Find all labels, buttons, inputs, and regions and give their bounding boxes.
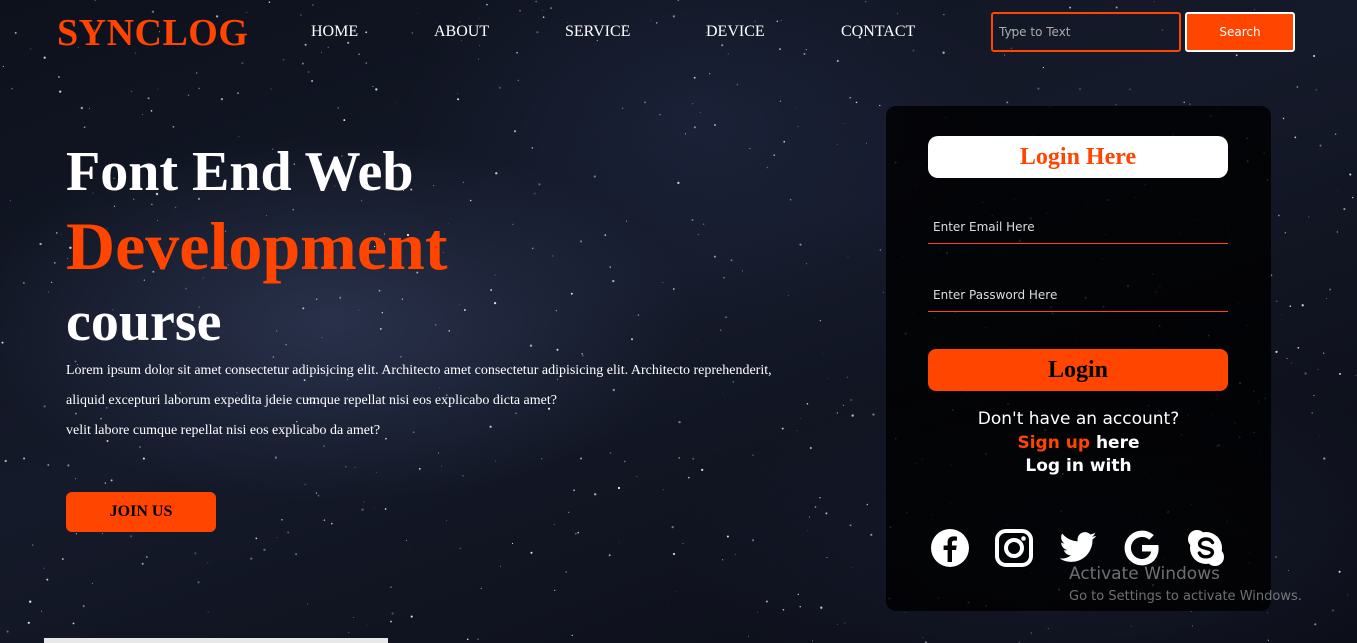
watermark-subtitle: Go to Settings to activate Windows. (1069, 589, 1302, 604)
watermark-title: Activate Windows (1069, 564, 1220, 584)
nav-service[interactable]: SERVICE (565, 23, 630, 41)
search-button[interactable]: Search (1185, 12, 1295, 52)
login-with-text: Log in with (1025, 456, 1132, 476)
nav-home[interactable]: HOME (311, 23, 358, 41)
facebook-icon[interactable] (930, 528, 970, 568)
hero-paragraph-line: velit labore cumque repellat nisi eos ex… (66, 423, 381, 438)
signup-link[interactable]: Sign up (1017, 433, 1090, 453)
google-icon[interactable] (1122, 528, 1162, 568)
login-title: Login Here (928, 136, 1228, 178)
nav-about[interactable]: ABOUT (434, 23, 489, 41)
password-field[interactable] (928, 278, 1228, 312)
no-account-text: Don't have an account? (977, 409, 1180, 429)
search-input[interactable] (991, 12, 1181, 52)
instagram-icon[interactable] (994, 528, 1034, 568)
hero-heading-line3: course (66, 291, 222, 353)
hero-paragraph-line: aliquid excepturi laborum expedita jdeie… (66, 393, 557, 408)
join-us-button[interactable]: JOIN US (66, 492, 216, 532)
login-button[interactable]: Login (928, 349, 1228, 391)
twitter-icon[interactable] (1058, 528, 1098, 568)
nav-device[interactable]: DEVICE (706, 23, 765, 41)
site-logo[interactable]: SYNCLOG (57, 11, 248, 55)
skype-icon[interactable] (1186, 528, 1226, 568)
horizontal-scrollbar[interactable] (44, 638, 388, 643)
hero-heading-line2: Development (66, 208, 448, 284)
signup-row: Sign up here (886, 433, 1271, 453)
login-card: Login Here Login Don't have an account? … (886, 106, 1271, 611)
nav-contact[interactable]: CONTACT (841, 23, 915, 41)
hero-paragraph-line: Lorem ipsum dolor sit amet consectetur a… (66, 363, 772, 378)
hero-heading-line1: Font End Web (66, 141, 414, 203)
email-field[interactable] (928, 210, 1228, 244)
hero-paragraph: Lorem ipsum dolor sit amet consectetur a… (66, 356, 775, 446)
signup-suffix: here (1090, 433, 1140, 453)
